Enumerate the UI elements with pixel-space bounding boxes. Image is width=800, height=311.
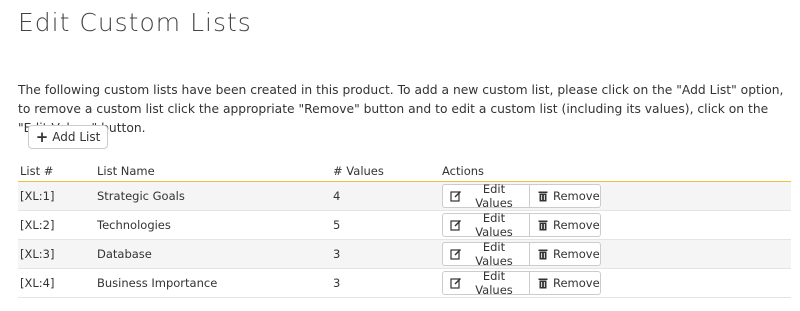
intro-text: The following custom lists have been cre… [18, 83, 784, 135]
trash-icon [537, 277, 549, 289]
list-name: Strategic Goals [95, 181, 331, 211]
list-number: [XL:4] [18, 268, 95, 298]
table-row: [XL:2] Technologies 5 Edit Values Remove [18, 210, 791, 240]
edit-values-label: Edit Values [475, 240, 513, 268]
remove-button[interactable]: Remove [530, 271, 601, 295]
remove-label: Remove [553, 247, 600, 261]
edit-values-label: Edit Values [475, 269, 513, 297]
values-count: 3 [331, 239, 440, 269]
trash-icon [537, 219, 549, 231]
values-count: 4 [331, 181, 440, 211]
row-actions: Edit Values Remove [440, 268, 791, 298]
edit-values-label: Edit Values [475, 211, 513, 239]
list-name: Business Importance [95, 268, 331, 298]
list-number: [XL:3] [18, 239, 95, 269]
edit-icon [450, 219, 462, 231]
row-actions: Edit Values Remove [440, 210, 791, 240]
remove-button[interactable]: Remove [530, 213, 601, 237]
table-header-row: List # List Name # Values Actions [18, 161, 791, 182]
remove-label: Remove [553, 276, 600, 290]
list-number: [XL:2] [18, 210, 95, 240]
table-row: [XL:4] Business Importance 3 Edit Values… [18, 268, 791, 298]
remove-label: Remove [553, 218, 600, 232]
edit-icon [450, 277, 462, 289]
edit-icon [450, 248, 462, 260]
edit-icon [450, 190, 462, 202]
header-actions: Actions [440, 161, 791, 182]
edit-values-button[interactable]: Edit Values [442, 182, 530, 210]
add-list-label: Add List [52, 130, 101, 144]
header-list-number: List # [18, 161, 95, 182]
remove-button[interactable]: Remove [530, 242, 601, 266]
row-actions: Edit Values Remove [440, 239, 791, 269]
values-count: 5 [331, 210, 440, 240]
custom-lists-table: List # List Name # Values Actions [XL:1]… [18, 161, 791, 298]
edit-values-label: Edit Values [475, 182, 513, 210]
row-actions: Edit Values Remove [440, 181, 791, 211]
list-name: Technologies [95, 210, 331, 240]
table-row: [XL:1] Strategic Goals 4 Edit Values Rem… [18, 181, 791, 211]
list-number: [XL:1] [18, 181, 95, 211]
edit-values-button[interactable]: Edit Values [442, 211, 530, 239]
header-list-name: List Name [95, 161, 331, 182]
list-name: Database [95, 239, 331, 269]
header-values-count: # Values [331, 161, 440, 182]
table-row: [XL:3] Database 3 Edit Values Remove [18, 239, 791, 269]
remove-button[interactable]: Remove [530, 184, 601, 208]
add-list-button[interactable]: + Add List [28, 125, 108, 149]
trash-icon [537, 248, 549, 260]
remove-label: Remove [553, 189, 600, 203]
plus-icon: + [35, 127, 49, 146]
edit-values-button[interactable]: Edit Values [442, 240, 530, 268]
page-title: Edit Custom Lists [18, 8, 252, 37]
values-count: 3 [331, 268, 440, 298]
edit-values-button[interactable]: Edit Values [442, 269, 530, 297]
trash-icon [537, 190, 549, 202]
